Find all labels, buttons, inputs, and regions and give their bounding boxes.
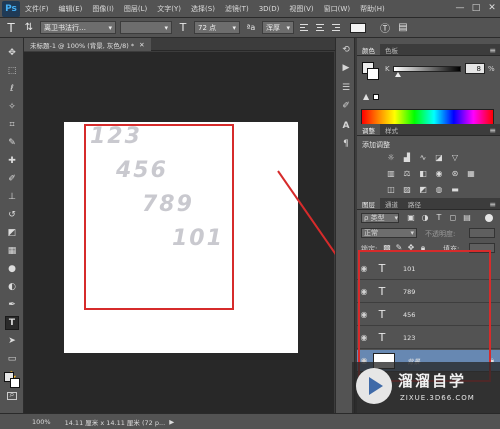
- slider-channel-label: K: [385, 65, 390, 73]
- filter-shape-icon[interactable]: ◻: [447, 212, 459, 223]
- brightness-contrast-icon[interactable]: ☼: [385, 152, 397, 163]
- tab-paths[interactable]: 路径: [403, 198, 426, 209]
- curves-icon[interactable]: ∿: [417, 152, 429, 163]
- invert-icon[interactable]: ◫: [385, 184, 397, 195]
- adjustments-title: 添加调整: [362, 141, 390, 149]
- watermark: 溜溜自学 ZIXUE.3D66.COM: [352, 362, 500, 414]
- color-bg-swatch[interactable]: [367, 68, 379, 80]
- status-menu-arrow[interactable]: ▶: [169, 418, 174, 426]
- panel-menu-icon[interactable]: ≡: [489, 200, 496, 209]
- blend-mode-select[interactable]: 正常 ▾: [361, 228, 417, 238]
- watermark-url: ZIXUE.3D66.COM: [400, 394, 475, 402]
- levels-icon[interactable]: ▟: [401, 152, 413, 163]
- tab-swatches[interactable]: 色板: [380, 44, 403, 55]
- panel-menu-icon[interactable]: ≡: [489, 46, 496, 55]
- collapsed-panel-icons: ⟲ ▶ ☰ ✐ A ¶: [335, 38, 355, 413]
- panel-menu-icon[interactable]: ≡: [489, 126, 496, 135]
- exposure-icon[interactable]: ◪: [433, 152, 445, 163]
- photoshop-window: Ps 文件(F) 编辑(E) 图像(I) 图层(L) 文字(Y) 选择(S) 滤…: [0, 0, 500, 429]
- selective-color-icon[interactable]: ◍: [433, 184, 445, 195]
- k-unit: %: [488, 65, 495, 73]
- filter-type-icon[interactable]: T: [433, 212, 445, 223]
- black-white-icon[interactable]: ◧: [417, 168, 429, 179]
- tab-color[interactable]: 颜色: [357, 44, 380, 55]
- opacity-input[interactable]: [469, 228, 495, 238]
- chevron-down-icon: ▾: [394, 214, 398, 222]
- zoom-level[interactable]: 100%: [32, 418, 51, 426]
- channel-mixer-icon[interactable]: ⊛: [449, 168, 461, 179]
- k-value: 8: [476, 64, 481, 73]
- paragraph-panel-icon[interactable]: ¶: [340, 138, 352, 150]
- brush-panel-icon[interactable]: ✐: [340, 100, 352, 112]
- chevron-down-icon: ▾: [410, 229, 414, 237]
- tab-adjustments[interactable]: 调整: [357, 124, 380, 135]
- watermark-name: 溜溜自学: [398, 372, 467, 390]
- history-panel-icon[interactable]: ⟲: [340, 44, 352, 56]
- color-lookup-icon[interactable]: ▦: [465, 168, 477, 179]
- hue-saturation-icon[interactable]: ▥: [385, 168, 397, 179]
- character-panel-icon[interactable]: A: [340, 120, 352, 132]
- filter-toggle[interactable]: [485, 214, 493, 222]
- k-slider-thumb[interactable]: [395, 72, 401, 77]
- posterize-icon[interactable]: ▨: [401, 184, 413, 195]
- properties-panel-icon[interactable]: ☰: [340, 82, 352, 94]
- filter-smart-icon[interactable]: ▤: [461, 212, 473, 223]
- tab-layers[interactable]: 图层: [357, 198, 380, 209]
- tab-channels[interactable]: 通道: [380, 198, 403, 209]
- k-value-input[interactable]: 8: [465, 63, 485, 74]
- filter-adjust-icon[interactable]: ◑: [419, 212, 431, 223]
- layers-panel-tabs: 图层 通道 路径 ≡: [357, 198, 500, 210]
- status-bar: 100% 14.11 厘米 x 14.11 厘米 (72 p... ▶: [0, 413, 500, 429]
- watermark-logo: [356, 368, 392, 404]
- layer-kind-filter[interactable]: ρ 类型 ▾: [361, 213, 399, 223]
- gradient-map-icon[interactable]: ▬: [449, 184, 461, 195]
- layer-kind-label: ρ 类型: [364, 214, 385, 222]
- vibrance-icon[interactable]: ▽: [449, 152, 461, 163]
- opacity-label: 不透明度:: [425, 230, 456, 238]
- document-info[interactable]: 14.11 厘米 x 14.11 厘米 (72 p...: [65, 417, 166, 427]
- actions-panel-icon[interactable]: ▶: [340, 62, 352, 74]
- k-slider-track[interactable]: [393, 66, 461, 72]
- blend-mode-value: 正常: [364, 229, 378, 237]
- web-color-swatch[interactable]: [373, 94, 379, 100]
- color-panel-tabs: 颜色 色板 ≡: [357, 44, 500, 56]
- color-spectrum[interactable]: [361, 109, 494, 125]
- adjustments-panel-tabs: 调整 样式 ≡: [357, 124, 500, 136]
- tab-styles[interactable]: 样式: [380, 124, 403, 135]
- color-balance-icon[interactable]: ⚖: [401, 168, 413, 179]
- gamut-warning-icon: ▲: [363, 92, 370, 101]
- photo-filter-icon[interactable]: ◉: [433, 168, 445, 179]
- threshold-icon[interactable]: ◩: [417, 184, 429, 195]
- filter-pixel-icon[interactable]: ▣: [405, 212, 417, 223]
